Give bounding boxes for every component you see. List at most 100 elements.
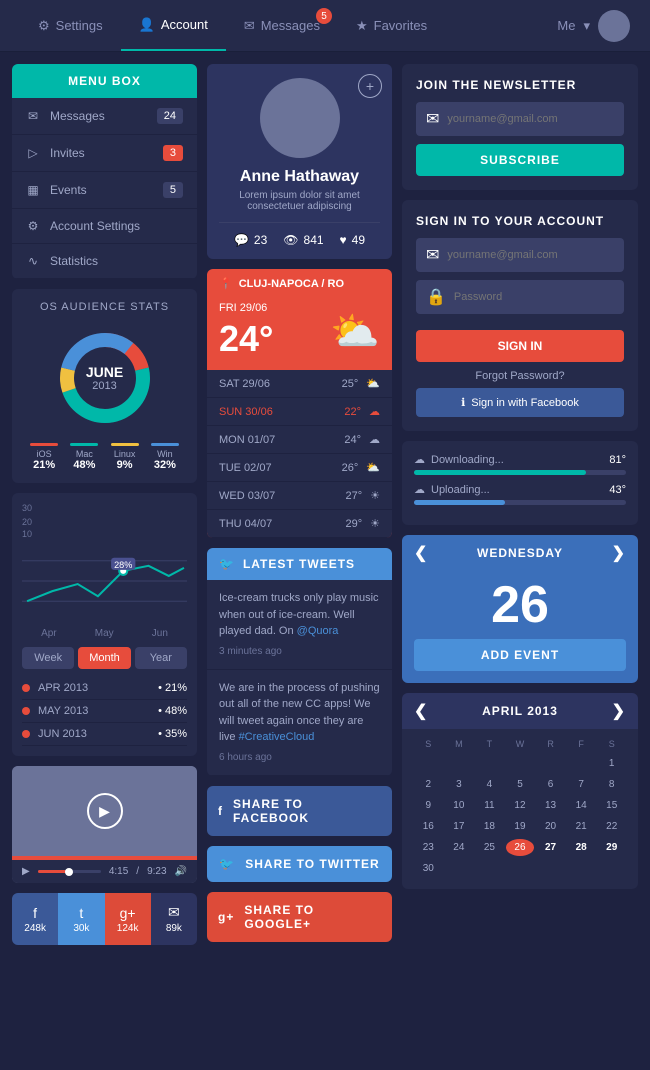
menu-invites[interactable]: ▷ Invites 3	[12, 135, 197, 172]
add-event-button[interactable]: ADD EVENT	[414, 639, 626, 671]
social-facebook[interactable]: f 248k	[12, 893, 58, 945]
tweet-link-2[interactable]: #CreativeCloud	[239, 731, 315, 743]
email-icon: ✉	[168, 904, 180, 921]
cal-day[interactable]: 17	[445, 818, 474, 835]
views-count: 841	[304, 233, 324, 247]
cal-day[interactable]: 22	[597, 818, 626, 835]
menu-statistics[interactable]: ∿ Statistics	[12, 244, 197, 279]
twitter-bird-icon: 🐦	[219, 557, 235, 571]
jun-dot	[22, 730, 30, 738]
tweet-link-1[interactable]: @Quora	[297, 625, 339, 637]
tab-month[interactable]: Month	[78, 647, 130, 669]
cal-day[interactable]: 9	[414, 797, 443, 814]
weather-date: FRI 29/06	[219, 302, 273, 314]
os-bars: iOS 21% Mac 48% Linux 9% Win 32%	[24, 443, 185, 471]
weather-sat-icon: ⛅	[366, 377, 380, 390]
tab-week[interactable]: Week	[22, 647, 74, 669]
twitter-share-icon: 🐦	[219, 857, 235, 871]
newsletter-email-row: ✉	[416, 102, 624, 136]
cal-day[interactable]: 18	[475, 818, 504, 835]
download-fill	[414, 470, 586, 475]
cal-day[interactable]: 14	[567, 797, 596, 814]
tweet-time-1: 3 minutes ago	[219, 644, 380, 659]
cal-day[interactable]: 16	[414, 818, 443, 835]
forgot-password-link[interactable]: Forgot Password?	[416, 370, 624, 382]
cal-day[interactable]: 20	[536, 818, 565, 835]
share-google-button[interactable]: g+ SHARE TO GOOGLE+	[207, 892, 392, 942]
social-email[interactable]: ✉ 89k	[151, 893, 197, 945]
signin-button[interactable]: SIGN IN	[416, 330, 624, 362]
mini-cal-next[interactable]: ❯	[612, 701, 626, 721]
cal-day[interactable]: 2	[414, 776, 443, 793]
cal-day[interactable]: 5	[506, 776, 535, 793]
calendar-widget: ❮ WEDNESDAY ❯ 26 ADD EVENT	[402, 535, 638, 683]
cal-day[interactable]: 10	[445, 797, 474, 814]
social-twitter[interactable]: t 30k	[58, 893, 104, 945]
cal-day[interactable]: 19	[506, 818, 535, 835]
share-facebook-button[interactable]: f SHARE TO FACEBOOK	[207, 786, 392, 836]
right-column: JOIN THE NEWSLETTER ✉ SUBSCRIBE SIGN IN …	[402, 64, 638, 945]
cal-today[interactable]: 26	[506, 839, 535, 856]
cal-day[interactable]: 11	[475, 797, 504, 814]
comments-icon: 💬	[234, 233, 249, 247]
tab-year[interactable]: Year	[135, 647, 187, 669]
cal-day[interactable]: 6	[536, 776, 565, 793]
events-count: 5	[163, 182, 183, 198]
facebook-signin-button[interactable]: ℹ Sign in with Facebook	[416, 388, 624, 417]
mini-cal-prev[interactable]: ❮	[414, 701, 428, 721]
signin-password-input[interactable]	[454, 291, 614, 303]
cal-day[interactable]: 27	[536, 839, 565, 856]
cal-day[interactable]: 7	[567, 776, 596, 793]
messages-icon: ✉	[26, 109, 40, 123]
cal-day[interactable]: 13	[536, 797, 565, 814]
signin-email-input[interactable]	[447, 249, 614, 261]
left-column: MENU BOX ✉ Messages 24 ▷ Invites 3 ▦ Eve…	[12, 64, 197, 945]
cal-day[interactable]: 4	[475, 776, 504, 793]
tweet-text-1: Ice-cream trucks only play music when ou…	[219, 592, 379, 637]
video-progress-bar[interactable]	[38, 870, 101, 873]
cal-day[interactable]: 29	[597, 839, 626, 856]
calendar-next[interactable]: ❯	[612, 543, 626, 563]
nav-account[interactable]: 👤 Account	[121, 0, 226, 51]
play-button[interactable]: ▶	[87, 793, 123, 829]
likes-icon: ♥	[340, 233, 347, 247]
cal-day[interactable]: 24	[445, 839, 474, 856]
cal-day[interactable]: 30	[414, 860, 443, 877]
menu-messages[interactable]: ✉ Messages 24	[12, 98, 197, 135]
chart-tabs: Week Month Year	[22, 647, 187, 669]
os-win: Win 32%	[151, 443, 179, 471]
nav-settings[interactable]: ⚙ Settings	[20, 0, 121, 51]
cal-day[interactable]: 15	[597, 797, 626, 814]
nav-messages[interactable]: ✉ Messages 5	[226, 0, 338, 51]
cal-day[interactable]: 12	[506, 797, 535, 814]
tweet-item-2: We are in the process of pushing out all…	[207, 670, 392, 776]
download-label: Downloading...	[431, 454, 504, 466]
weather-tue-icon: ⛅	[366, 461, 380, 474]
volume-icon[interactable]: 🔊	[175, 866, 187, 877]
nav-me[interactable]: Me ▾	[557, 10, 630, 42]
cal-week-3: 9 10 11 12 13 14 15	[414, 797, 626, 814]
nav-favorites[interactable]: ★ Favorites	[338, 0, 445, 51]
cal-day[interactable]: 25	[475, 839, 504, 856]
menu-account-settings[interactable]: ⚙ Account Settings	[12, 209, 197, 244]
audience-stats-title: OS AUDIENCE STATS	[24, 301, 185, 313]
cal-day[interactable]: 8	[597, 776, 626, 793]
linux-bar	[111, 443, 139, 446]
add-button[interactable]: +	[358, 74, 382, 98]
profile-name: Anne Hathaway	[219, 168, 380, 186]
cal-day[interactable]: 3	[445, 776, 474, 793]
menu-invites-label: Invites	[50, 146, 85, 160]
share-twitter-button[interactable]: 🐦 SHARE TO TWITTER	[207, 846, 392, 882]
social-google[interactable]: g+ 124k	[105, 893, 151, 945]
weather-location: 📍 CLUJ-NAPOCA / RO	[207, 269, 392, 298]
middle-column: + Anne Hathaway Lorem ipsum dolor sit am…	[207, 64, 392, 945]
play-icon[interactable]: ▶	[22, 866, 30, 877]
subscribe-button[interactable]: SUBSCRIBE	[416, 144, 624, 176]
cal-day[interactable]: 21	[567, 818, 596, 835]
cal-day[interactable]: 28	[567, 839, 596, 856]
calendar-prev[interactable]: ❮	[414, 543, 428, 563]
cal-day[interactable]: 23	[414, 839, 443, 856]
menu-events[interactable]: ▦ Events 5	[12, 172, 197, 209]
newsletter-email-input[interactable]	[447, 113, 614, 125]
cal-day[interactable]: 1	[597, 755, 626, 772]
